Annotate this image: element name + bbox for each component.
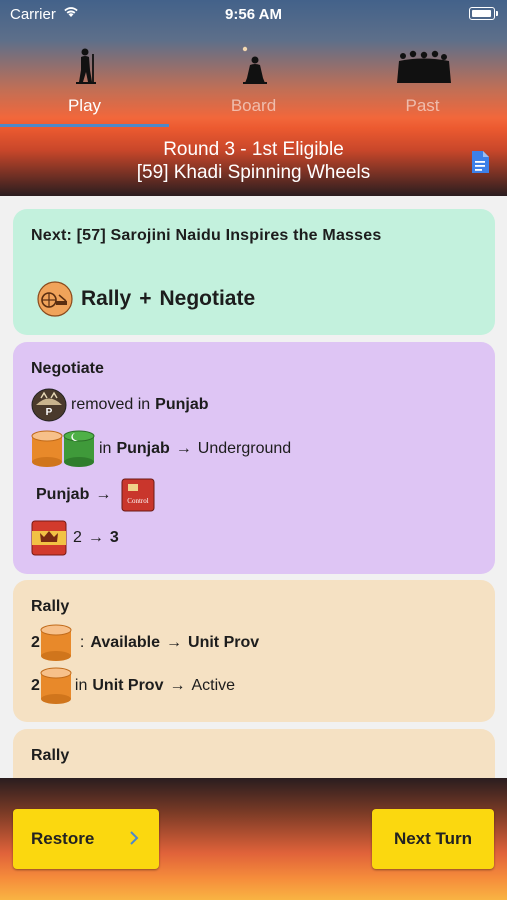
rally-count: 2 [31, 677, 40, 694]
negotiate-removed-place: Punjab [155, 396, 209, 413]
rally-title: Rally [31, 598, 70, 615]
rally-destination: Unit Prov [188, 634, 260, 651]
orange-cylinder-icon [40, 667, 72, 704]
negotiate-underground-result: Underground [197, 440, 292, 457]
rally-row-available: 2 : Available → Unit Prov [31, 624, 259, 662]
restore-button[interactable]: Restore [13, 809, 159, 869]
negotiate-in-text: in [99, 440, 112, 457]
negotiate-panel: Negotiate P removed in Punjab in Punjab … [13, 342, 495, 574]
gandhi-spinning-icon [242, 46, 267, 84]
negotiate-title: Negotiate [31, 360, 104, 377]
arrow-icon: → [166, 634, 183, 651]
tab-board[interactable]: Board [169, 46, 338, 128]
round-info: Round 3 - 1st Eligible [59] Khadi Spinni… [0, 138, 507, 184]
prince-marker-icon: P [31, 388, 67, 422]
prince-marker-letter: P [46, 407, 53, 418]
instructions-list[interactable]: Next: [57] Sarojini Naidu Inspires the M… [0, 196, 507, 781]
rally-colon: : [79, 634, 85, 651]
rally-row-active: 2 in Unit Prov → Active [31, 667, 235, 705]
green-cylinder-icon [63, 430, 95, 467]
header: Carrier 9:56 AM Play Board Past Round 3 … [0, 0, 507, 196]
tab-bar: Play Board Past [0, 46, 507, 128]
round-line: Round 3 - 1st Eligible [163, 139, 344, 160]
rally-result: Active [191, 677, 236, 694]
active-tab-indicator [0, 124, 169, 127]
arrow-icon: → [175, 440, 192, 457]
next-card-panel: Next: [57] Sarojini Naidu Inspires the M… [13, 209, 495, 335]
tab-play-label: Play [67, 96, 102, 115]
gandhi-walking-icon [75, 48, 96, 84]
arrow-icon: → [169, 677, 186, 694]
ops-rally: Rally [81, 287, 132, 310]
ops-plus: + [139, 287, 152, 310]
next-turn-button[interactable]: Next Turn [372, 809, 494, 869]
rally-panel: Rally 2 : Available → Unit Prov 2 in Uni… [13, 580, 495, 722]
negotiate-row-control: Punjab → Control [36, 478, 155, 512]
arrow-icon: → [95, 486, 112, 503]
orange-cylinder-icon [31, 430, 63, 467]
negotiate-control-place: Punjab [36, 486, 90, 503]
tab-board-label: Board [230, 96, 277, 115]
rally-place: Unit Prov [92, 677, 164, 694]
restore-button-label: Restore [31, 829, 95, 848]
battery-icon [469, 7, 498, 20]
negotiate-removed-text: removed in [71, 396, 151, 413]
rally-count: 2 [31, 634, 40, 651]
rally-source: Available [90, 634, 161, 651]
next-card-title: Next: [57] Sarojini Naidu Inspires the M… [31, 227, 382, 244]
tab-play[interactable]: Play [0, 46, 169, 128]
rally-2-title: Rally [31, 747, 70, 764]
rally-panel-2: Rally [13, 729, 495, 781]
support-from: 2 [73, 529, 82, 546]
status-time: 9:56 AM [225, 6, 282, 23]
bottom-action-bar: Restore Next Turn [0, 778, 507, 900]
rally-in-text: in [74, 677, 88, 694]
next-turn-button-label: Next Turn [393, 829, 473, 848]
next-card-operations: Rally + Negotiate [37, 281, 255, 317]
crown-track-icon [31, 520, 67, 556]
crowd-march-icon [396, 50, 451, 83]
chevron-right-icon [130, 831, 139, 845]
negotiate-row-removed: P removed in Punjab [31, 388, 209, 422]
ops-negotiate: Negotiate [159, 287, 256, 310]
orange-cylinder-icon [40, 624, 72, 661]
status-bar: Carrier 9:56 AM [0, 0, 507, 28]
spinning-wheel-icon [37, 281, 73, 317]
negotiate-row-underground: in Punjab → Underground [31, 430, 291, 468]
tab-past-label: Past [405, 96, 440, 115]
document-icon[interactable] [469, 150, 491, 174]
arrow-icon: → [87, 529, 104, 546]
tab-past[interactable]: Past [338, 46, 507, 128]
negotiate-row-support: 2 → 3 [31, 520, 119, 556]
support-to: 3 [109, 529, 119, 546]
control-marker-label: Control [128, 497, 149, 505]
british-control-marker-icon: Control [121, 478, 155, 512]
negotiate-underground-place: Punjab [116, 440, 170, 457]
current-card-line: [59] Khadi Spinning Wheels [136, 162, 371, 183]
